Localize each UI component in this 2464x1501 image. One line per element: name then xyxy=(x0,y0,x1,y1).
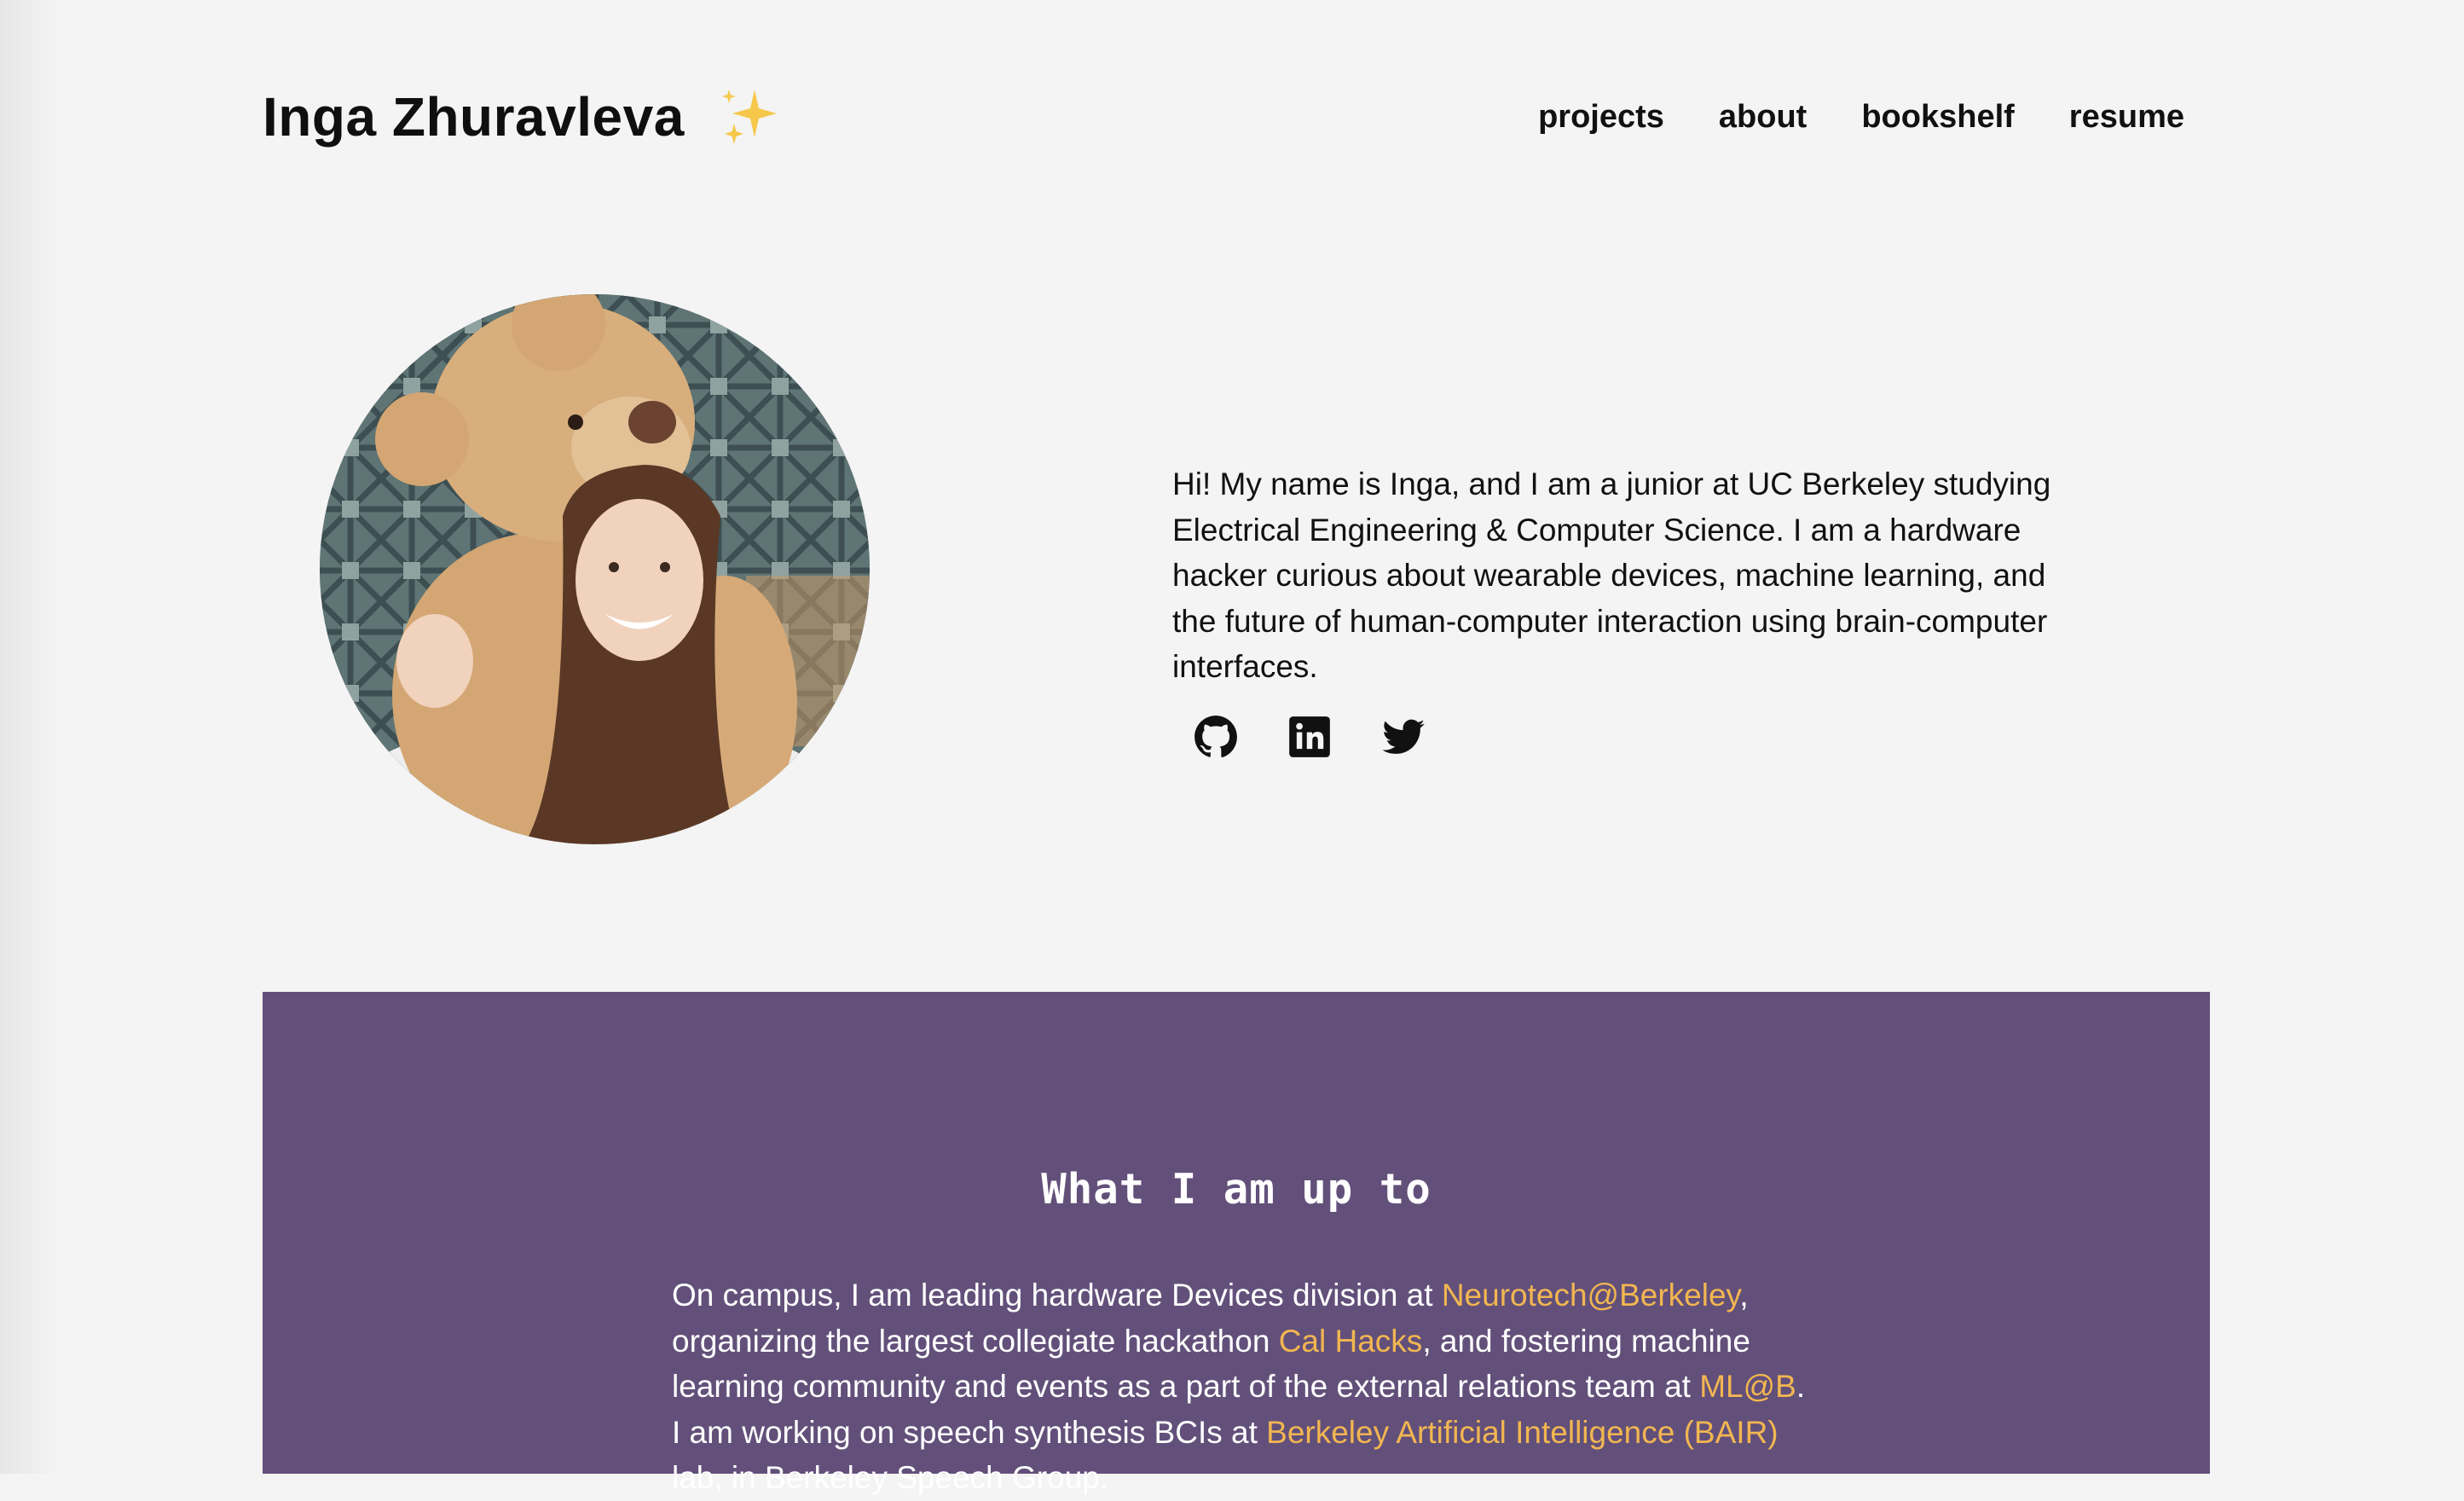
section-title: What I am up to xyxy=(1041,1164,1432,1214)
social-links xyxy=(1194,715,1426,759)
site-header: Inga Zhuravleva projects about bookshelf… xyxy=(263,78,2184,155)
section-text-1: On campus, I am leading hardware Devices… xyxy=(672,1278,1442,1313)
profile-photo xyxy=(320,294,870,844)
github-icon xyxy=(1194,716,1237,758)
main-nav: projects about bookshelf resume xyxy=(1538,78,2184,155)
nav-resume[interactable]: resume xyxy=(2069,99,2184,136)
nav-projects[interactable]: projects xyxy=(1538,99,1664,136)
link-neurotech[interactable]: Neurotech@Berkeley xyxy=(1442,1278,1739,1313)
section-text-5: lab, in Berkeley Speech Group. xyxy=(672,1460,1109,1495)
nav-bookshelf[interactable]: bookshelf xyxy=(1861,99,2014,136)
link-mlab[interactable]: ML@B xyxy=(1699,1369,1796,1404)
link-bair[interactable]: Berkeley Artificial Intelligence (BAIR) xyxy=(1266,1415,1778,1450)
github-link[interactable] xyxy=(1194,715,1238,759)
linkedin-icon xyxy=(1289,716,1330,757)
nav-about[interactable]: about xyxy=(1719,99,1807,136)
link-cal-hacks[interactable]: Cal Hacks xyxy=(1279,1324,1423,1359)
brand[interactable]: Inga Zhuravleva xyxy=(263,78,785,155)
linkedin-link[interactable] xyxy=(1287,715,1332,759)
page-edge-shade xyxy=(0,0,60,1474)
intro-text: Hi! My name is Inga, and I am a junior a… xyxy=(1172,467,2051,684)
twitter-link[interactable] xyxy=(1381,715,1426,759)
section-body: On campus, I am leading hardware Devices… xyxy=(672,1272,1806,1501)
twitter-icon xyxy=(1382,719,1425,754)
site-title[interactable]: Inga Zhuravleva xyxy=(263,85,685,148)
sparkles-icon xyxy=(721,90,777,144)
activities-section: What I am up to On campus, I am leading … xyxy=(263,992,2210,1495)
